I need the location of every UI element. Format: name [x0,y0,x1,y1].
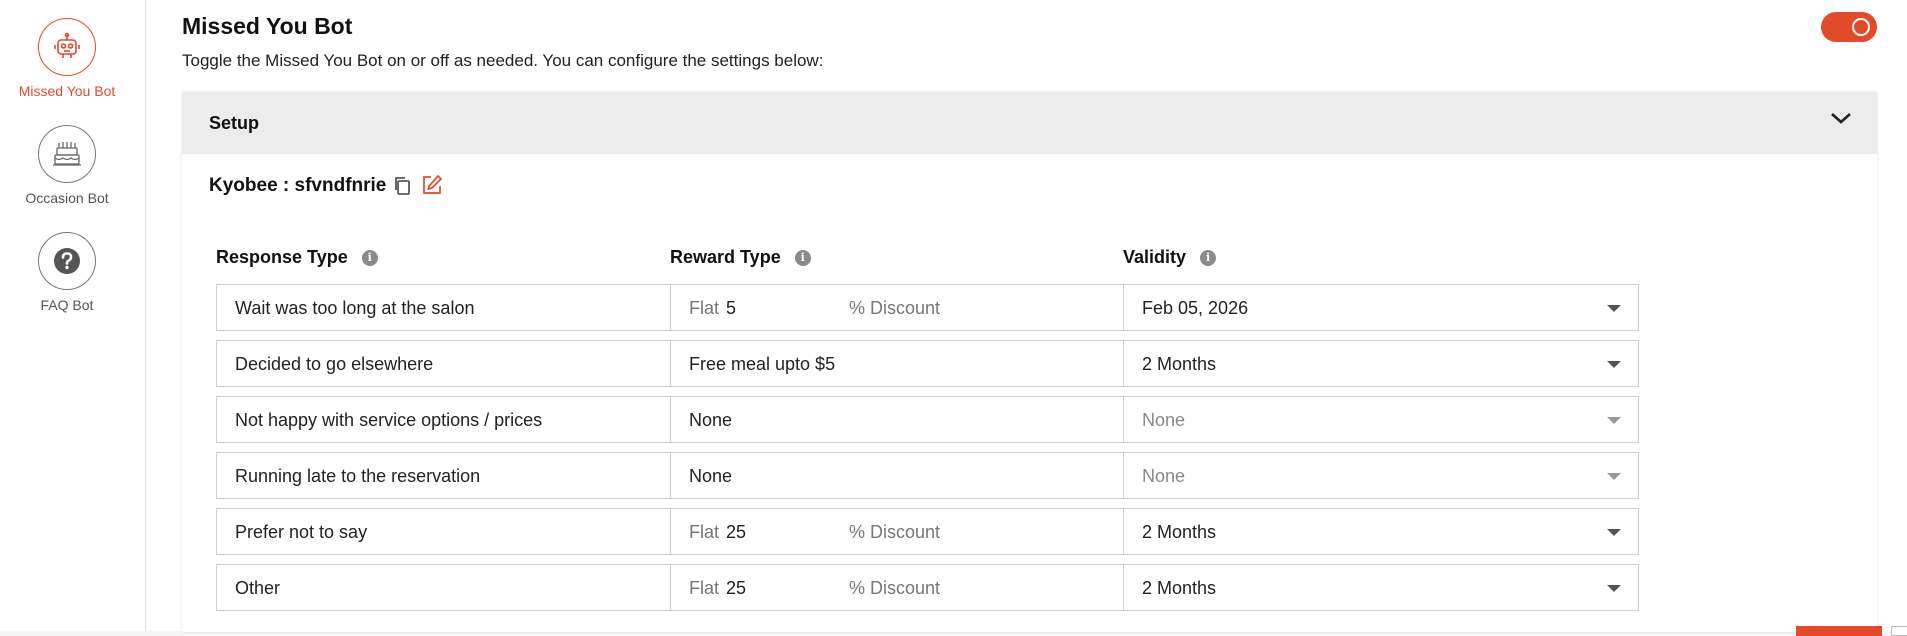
setup-label: Setup [209,113,260,133]
select-value: Wait was too long at the salon [235,298,475,318]
info-icon[interactable]: i [794,249,811,266]
setup-accordion-header[interactable]: Setup [182,92,1877,154]
sidebar-item-label: FAQ Bot [40,297,94,313]
page-title: Missed You Bot [182,13,353,39]
cake-icon [38,125,96,183]
reward-amount-input[interactable]: 25 [726,522,746,543]
validity-header: Validity i [1123,247,1217,268]
copy-icon[interactable] [393,176,411,201]
caret-down-icon [1607,417,1621,424]
validity-select[interactable]: Feb 05, 2026 [1123,284,1639,331]
response-type-select[interactable]: Wait was too long at the salon [216,284,732,331]
reward-type-select[interactable]: Free meal upto $5 [670,340,1186,387]
select-value: Other [235,578,281,598]
chevron-down-icon[interactable] [1830,111,1852,130]
setup-panel: Setup Kyobee : sfvndfnrie Response Type … [182,92,1877,632]
page-subtitle: Toggle the Missed You Bot on or off as n… [182,51,824,70]
reward-type-select[interactable]: None [670,396,1186,443]
select-value: None [1142,410,1186,430]
reward-prefix: Flat [689,522,720,542]
select-value: None [689,410,733,430]
reward-prefix: Flat [689,578,720,598]
reward-suffix: % Discount [849,298,941,318]
sidebar-item-label: Occasion Bot [25,190,109,206]
select-value: None [689,466,733,486]
validity-select: None [1123,452,1639,499]
sidebar-item-occasion-bot[interactable]: Occasion Bot [0,125,134,206]
caret-down-icon [1607,305,1621,312]
reward-type-select[interactable]: Flat 25 % Discount [670,508,1186,555]
cancel-button[interactable] [1891,626,1907,636]
select-value: Prefer not to say [235,522,368,542]
main-content: Missed You Bot Toggle the Missed You Bot… [147,0,1907,636]
sidebar-item-faq-bot[interactable]: FAQ Bot [0,232,134,313]
select-value: Free meal upto $5 [689,354,836,374]
response-type-header: Response Type i [216,247,378,268]
response-type-select[interactable]: Running late to the reservation [216,452,732,499]
validity-select: None [1123,396,1639,443]
edit-icon[interactable] [421,174,443,201]
reward-type-select[interactable]: Flat 5 % Discount [670,284,1186,331]
caret-down-icon [1607,529,1621,536]
column-label: Validity [1123,247,1187,267]
caret-down-icon [1607,585,1621,592]
info-icon[interactable]: i [1200,249,1217,266]
reward-type-header: Reward Type i [670,247,811,268]
kyobee-id-label: Kyobee : sfvndfnrie [209,175,387,196]
select-value: Decided to go elsewhere [235,354,434,374]
caret-down-icon [1607,473,1621,480]
reward-prefix: Flat [689,298,720,318]
validity-select[interactable]: 2 Months [1123,508,1639,555]
select-value: Running late to the reservation [235,466,481,486]
reward-type-select[interactable]: None [670,452,1186,499]
caret-down-icon [1607,361,1621,368]
question-icon [38,232,96,290]
sidebar-item-label: Missed You Bot [18,83,116,99]
select-value: Feb 05, 2026 [1142,298,1249,318]
reward-suffix: % Discount [849,522,941,542]
reward-amount-input[interactable]: 5 [726,298,736,319]
validity-select[interactable]: 2 Months [1123,340,1639,387]
sidebar-item-missed-you-bot[interactable]: Missed You Bot [0,18,134,99]
response-type-select[interactable]: Prefer not to say [216,508,732,555]
robot-icon [38,18,96,76]
bot-sidebar: Missed You Bot Occasion Bot FAQ Bot [0,0,146,631]
select-value: 2 Months [1142,522,1217,542]
validity-select[interactable]: 2 Months [1123,564,1639,611]
reward-type-select[interactable]: Flat 25 % Discount [670,564,1186,611]
response-type-select[interactable]: Not happy with service options / prices [216,396,732,443]
select-value: None [1142,466,1186,486]
column-label: Response Type [216,247,348,267]
select-value: 2 Months [1142,354,1217,374]
reward-amount-input[interactable]: 25 [726,578,746,599]
toggle-knob [1852,18,1870,36]
save-button[interactable] [1796,626,1882,636]
reward-suffix: % Discount [849,578,941,598]
select-value: 2 Months [1142,578,1217,598]
column-label: Reward Type [670,247,781,267]
info-icon[interactable]: i [361,249,378,266]
response-type-select[interactable]: Decided to go elsewhere [216,340,732,387]
response-type-select[interactable]: Other [216,564,732,611]
select-value: Not happy with service options / prices [235,410,543,430]
bot-enable-toggle[interactable] [1821,12,1877,42]
